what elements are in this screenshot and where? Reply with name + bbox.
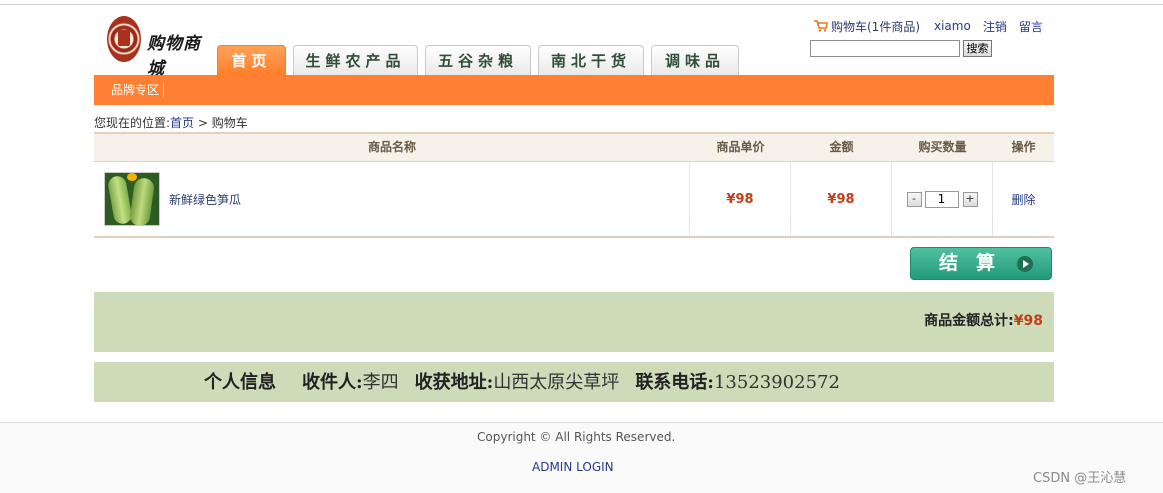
col-operation: 操作	[1011, 140, 1036, 154]
col-amount: 金额	[829, 140, 854, 154]
checkout-label: 结算	[939, 252, 1014, 274]
cart-total: 商品金额总计:¥98	[924, 310, 1043, 330]
receiver-info: 个人信息 收件人:李四 收获地址:山西太原尖草坪 联系电话:13523902572	[204, 368, 856, 394]
receiver-address-label: 收获地址:	[414, 372, 494, 393]
tab-grains[interactable]: 五谷杂粮	[425, 45, 531, 75]
receiver-name-label: 收件人:	[302, 372, 363, 393]
total-label: 商品金额总计:	[924, 313, 1014, 329]
search-input[interactable]	[810, 40, 960, 57]
col-product-name: 商品名称	[367, 140, 416, 154]
logo-text: 购物商城	[147, 34, 201, 79]
receiver-title: 个人信息	[204, 372, 276, 393]
search-button[interactable]: 搜索	[963, 40, 992, 57]
line-amount: ¥98	[827, 191, 855, 207]
table-row: 新鲜绿色笋瓜 ¥98 ¥98 - + 删除	[94, 162, 1054, 238]
tab-dry-goods[interactable]: 南北干货	[538, 45, 644, 75]
breadcrumb-home[interactable]: 首页	[170, 116, 194, 130]
copyright-text: Copyright © All Rights Reserved.	[477, 430, 676, 444]
cart-table: 商品名称 商品单价 金额 购买数量 操作 新鲜绿色笋瓜 ¥98 ¥98 - + …	[94, 132, 1054, 238]
top-links: 购物车(1件商品) xiamo 注销 留言	[814, 18, 1043, 34]
top-divider	[0, 4, 1163, 5]
breadcrumb-prefix: 您现在的位置:	[94, 116, 171, 130]
tab-fresh-produce[interactable]: 生鲜农产品	[293, 45, 418, 75]
receiver-address: 山西太原尖草坪	[493, 372, 620, 393]
quantity-stepper: - +	[906, 190, 978, 208]
decrease-quantity-button[interactable]: -	[906, 191, 922, 207]
sub-nav-bar: 品牌专区	[94, 75, 1054, 105]
watermark-text: CSDN @王沁慧	[1033, 471, 1127, 486]
cart-link[interactable]: 购物车(1件商品)	[831, 18, 920, 35]
tab-seasonings[interactable]: 调味品	[651, 45, 739, 75]
receiver-phone-label: 联系电话:	[635, 372, 714, 393]
breadcrumb: 您现在的位置:首页 > 购物车	[94, 114, 248, 131]
quantity-cell: - +	[892, 162, 993, 236]
logout-link[interactable]: 注销	[983, 18, 1007, 35]
unit-price-cell: ¥98	[690, 162, 791, 236]
breadcrumb-current: 购物车	[211, 116, 248, 130]
receiver-phone: 13523902572	[713, 372, 840, 393]
delete-item-link[interactable]: 删除	[1011, 191, 1035, 208]
product-cell: 新鲜绿色笋瓜	[94, 162, 690, 236]
site-logo[interactable]: 购物商城	[107, 16, 217, 79]
quantity-input[interactable]	[924, 190, 959, 208]
increase-quantity-button[interactable]: +	[962, 191, 978, 207]
receiver-info-panel: 个人信息 收件人:李四 收获地址:山西太原尖草坪 联系电话:13523902572	[94, 362, 1054, 402]
product-name-link[interactable]: 新鲜绿色笋瓜	[169, 191, 241, 208]
username-link[interactable]: xiamo	[934, 19, 971, 33]
admin-login-link[interactable]: ADMIN LOGIN	[532, 460, 614, 474]
play-arrow-icon	[1017, 256, 1033, 272]
checkout-button[interactable]: 结算	[910, 247, 1052, 280]
breadcrumb-separator: >	[194, 116, 212, 130]
product-thumbnail[interactable]	[104, 172, 160, 226]
unit-price: ¥98	[726, 191, 754, 207]
total-panel: 商品金额总计:¥98	[94, 292, 1054, 352]
logo-seal-icon	[107, 16, 141, 62]
receiver-name: 李四	[362, 372, 399, 393]
cart-icon	[814, 20, 828, 32]
col-unit-price: 商品单价	[716, 140, 765, 154]
tab-home[interactable]: 首页	[217, 45, 286, 75]
message-link[interactable]: 留言	[1019, 18, 1043, 35]
amount-cell: ¥98	[791, 162, 892, 236]
brand-zone-link[interactable]: 品牌专区	[111, 83, 165, 97]
total-value: ¥98	[1013, 313, 1043, 329]
col-quantity: 购买数量	[918, 140, 967, 154]
main-nav: 首页 生鲜农产品 五谷杂粮 南北干货 调味品	[217, 45, 746, 75]
operation-cell: 删除	[993, 162, 1054, 236]
table-header: 商品名称 商品单价 金额 购买数量 操作	[94, 134, 1054, 162]
